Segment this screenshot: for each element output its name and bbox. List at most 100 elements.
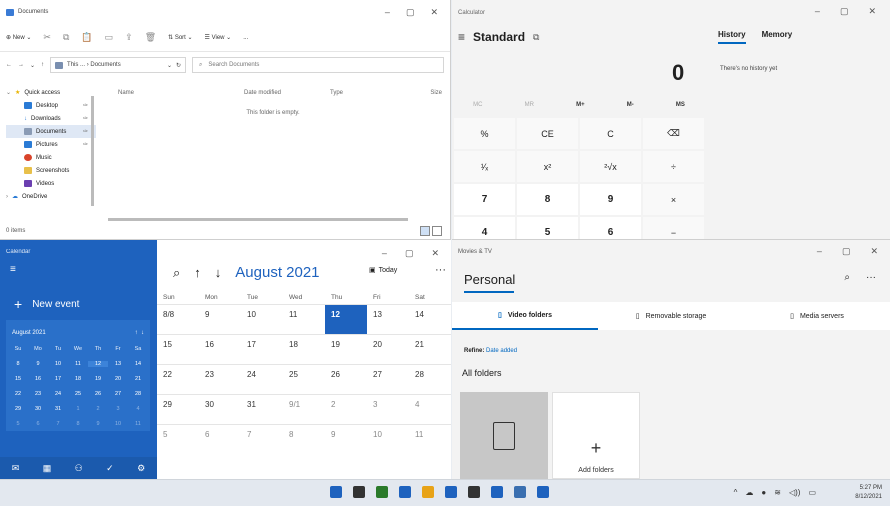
nav-item-videos[interactable]: Videos bbox=[6, 177, 96, 190]
day-cell[interactable]: 7 bbox=[241, 424, 283, 454]
day-cell[interactable]: 11 bbox=[283, 304, 325, 334]
day-cell[interactable]: 31 bbox=[241, 394, 283, 424]
mini-day-cell[interactable]: 28 bbox=[128, 391, 148, 397]
day-cell[interactable]: 28 bbox=[409, 364, 451, 394]
movies-icon[interactable] bbox=[537, 486, 549, 498]
mini-day-cell[interactable]: 10 bbox=[108, 421, 128, 427]
day-cell[interactable]: 10 bbox=[367, 424, 409, 454]
day-cell[interactable]: 21 bbox=[409, 334, 451, 364]
mini-day-cell[interactable]: 9 bbox=[28, 361, 48, 367]
memory-store-button[interactable]: MS bbox=[676, 102, 685, 108]
column-header-name[interactable]: Name bbox=[104, 90, 244, 96]
day-cell[interactable]: 18 bbox=[283, 334, 325, 364]
mini-day-cell[interactable]: 2 bbox=[88, 406, 108, 412]
nav-item-desktop[interactable]: Desktop ✑ bbox=[6, 99, 96, 112]
clear-key[interactable]: C bbox=[580, 118, 641, 149]
day-cell[interactable]: 27 bbox=[367, 364, 409, 394]
day-cell[interactable]: 23 bbox=[199, 364, 241, 394]
horizontal-scrollbar[interactable] bbox=[108, 218, 408, 221]
digit-7-key[interactable]: 7 bbox=[454, 184, 515, 215]
backspace-key[interactable]: ⌫ bbox=[643, 118, 704, 149]
mini-day-cell[interactable]: 24 bbox=[48, 391, 68, 397]
day-cell[interactable]: 17 bbox=[241, 334, 283, 364]
network-icon[interactable]: ● bbox=[761, 488, 766, 497]
chevron-down-icon[interactable]: ⌄ bbox=[167, 62, 172, 69]
tab-video-folders[interactable]: ▯ Video folders bbox=[452, 302, 598, 330]
subtract-key[interactable]: − bbox=[643, 217, 704, 239]
maximize-button[interactable]: ▢ bbox=[406, 7, 415, 18]
day-cell[interactable]: 25 bbox=[283, 364, 325, 394]
day-cell[interactable]: 20 bbox=[367, 334, 409, 364]
digit-4-key[interactable]: 4 bbox=[454, 217, 515, 239]
day-cell[interactable]: 19 bbox=[325, 334, 367, 364]
memory-clear-button[interactable]: MC bbox=[473, 102, 482, 108]
day-cell[interactable]: 11 bbox=[409, 424, 451, 454]
refine-dropdown[interactable]: Date added bbox=[486, 348, 517, 354]
nav-scrollbar[interactable] bbox=[91, 96, 94, 206]
mini-day-cell[interactable]: 20 bbox=[108, 376, 128, 382]
memory-subtract-button[interactable]: M- bbox=[627, 102, 634, 108]
details-view-button[interactable] bbox=[420, 226, 430, 236]
clear-entry-key[interactable]: CE bbox=[517, 118, 578, 149]
more-options-icon[interactable]: ··· bbox=[866, 272, 876, 283]
mini-day-cell[interactable]: 8 bbox=[68, 421, 88, 427]
mini-day-cell[interactable]: 14 bbox=[128, 361, 148, 367]
mini-day-cell[interactable]: 19 bbox=[88, 376, 108, 382]
refresh-icon[interactable]: ↻ bbox=[176, 62, 181, 69]
settings-icon[interactable]: ⚙ bbox=[137, 463, 145, 474]
mini-day-cell[interactable]: 9 bbox=[88, 421, 108, 427]
hamburger-menu-icon[interactable]: ≡ bbox=[10, 264, 16, 275]
mini-day-cell[interactable]: 31 bbox=[48, 406, 68, 412]
previous-month-icon[interactable]: ↑ bbox=[194, 265, 201, 280]
arrow-up-icon[interactable]: ↑ bbox=[135, 330, 138, 336]
day-cell[interactable]: 3 bbox=[367, 394, 409, 424]
mini-day-cell[interactable]: 5 bbox=[8, 421, 28, 427]
tab-media-servers[interactable]: ▯ Media servers bbox=[744, 302, 890, 330]
minimize-button[interactable]: – bbox=[817, 246, 822, 257]
mini-day-cell[interactable]: 15 bbox=[8, 376, 28, 382]
nav-item-onedrive[interactable]: › ☁ OneDrive bbox=[6, 190, 96, 203]
day-cell[interactable]: 30 bbox=[199, 394, 241, 424]
divide-key[interactable]: ÷ bbox=[643, 151, 704, 182]
minimize-button[interactable]: – bbox=[815, 6, 820, 17]
month-title[interactable]: August 2021 bbox=[235, 264, 319, 281]
search-input[interactable]: ⌕ Search Documents bbox=[192, 57, 444, 73]
day-cell[interactable]: 8 bbox=[283, 424, 325, 454]
day-cell[interactable]: 29 bbox=[157, 394, 199, 424]
close-button[interactable]: ✕ bbox=[430, 7, 438, 18]
mini-day-cell[interactable]: 6 bbox=[28, 421, 48, 427]
minimize-button[interactable]: – bbox=[382, 248, 387, 259]
close-button[interactable]: ✕ bbox=[431, 248, 439, 259]
day-cell[interactable]: 9/1 bbox=[283, 394, 325, 424]
more-options-icon[interactable]: ··· bbox=[435, 264, 446, 276]
column-header-type[interactable]: Type bbox=[330, 90, 400, 96]
nav-item-music[interactable]: Music bbox=[6, 151, 96, 164]
square-root-key[interactable]: ²√x bbox=[580, 151, 641, 182]
digit-8-key[interactable]: 8 bbox=[517, 184, 578, 215]
calculator-icon[interactable] bbox=[514, 486, 526, 498]
digit-5-key[interactable]: 5 bbox=[517, 217, 578, 239]
calendar-icon[interactable] bbox=[491, 486, 503, 498]
hamburger-menu-icon[interactable]: ≡ bbox=[458, 30, 465, 44]
file-explorer-icon[interactable] bbox=[422, 486, 434, 498]
nav-item-screenshots[interactable]: Screenshots bbox=[6, 164, 96, 177]
task-view-icon[interactable] bbox=[376, 486, 388, 498]
mini-day-cell[interactable]: 13 bbox=[108, 361, 128, 367]
nav-item-quick-access[interactable]: ⌄ ★ Quick access bbox=[6, 86, 96, 99]
volume-icon[interactable]: ◁)) bbox=[789, 488, 800, 497]
share-icon[interactable]: ⇪ bbox=[125, 32, 133, 43]
day-cell[interactable]: 9 bbox=[199, 304, 241, 334]
maximize-button[interactable]: ▢ bbox=[842, 246, 851, 257]
tab-history[interactable]: History bbox=[718, 30, 746, 44]
reciprocal-key[interactable]: ¹⁄ₓ bbox=[454, 151, 515, 182]
forward-icon[interactable]: → bbox=[18, 62, 24, 68]
mini-day-cell[interactable]: 12 bbox=[88, 361, 108, 367]
nav-item-pictures[interactable]: Pictures ✑ bbox=[6, 138, 96, 151]
day-cell[interactable]: 13 bbox=[367, 304, 409, 334]
tab-memory[interactable]: Memory bbox=[762, 30, 793, 44]
cut-icon[interactable]: ✂ bbox=[43, 32, 51, 43]
add-folders-tile[interactable]: + Add folders bbox=[552, 392, 640, 479]
more-button[interactable]: ... bbox=[243, 35, 248, 41]
new-button[interactable]: ⊕ New ⌄ bbox=[6, 34, 31, 41]
search-icon[interactable]: ⌕ bbox=[173, 265, 180, 281]
